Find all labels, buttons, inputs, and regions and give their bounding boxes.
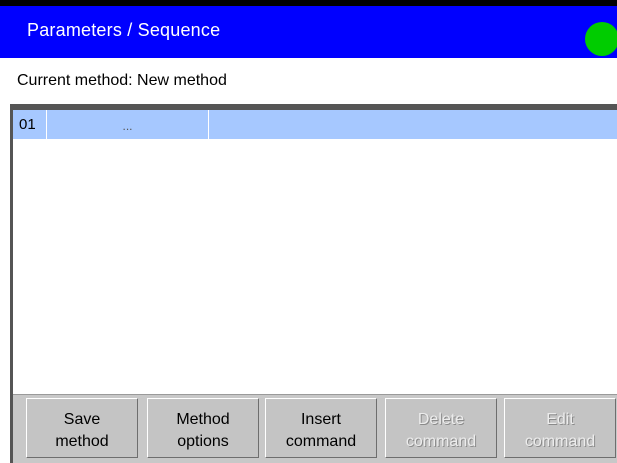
save-method-button[interactable]: Save method xyxy=(26,398,138,458)
sequence-list[interactable]: 01 ... xyxy=(13,110,617,394)
delete-command-label-1: Delete xyxy=(417,411,465,428)
delete-command-label-2: command xyxy=(405,433,477,450)
command-toolbar: Save method Method options Insert comman… xyxy=(13,394,617,463)
insert-command-label-1: Insert xyxy=(300,411,341,428)
method-options-button[interactable]: Method options xyxy=(147,398,259,458)
title-bar: Parameters / Sequence xyxy=(0,0,617,58)
edit-command-label-1: Edit xyxy=(546,411,574,428)
row-number-cell: 01 xyxy=(13,110,47,139)
delete-command-button[interactable]: Delete command xyxy=(385,398,497,458)
insert-command-button[interactable]: Insert command xyxy=(265,398,377,458)
row-command-cell: ... xyxy=(47,110,209,139)
sequence-row-selected[interactable]: 01 ... xyxy=(13,110,617,139)
method-options-label-1: Method xyxy=(176,411,230,428)
window-title: Parameters / Sequence xyxy=(27,20,221,40)
edit-command-label-2: command xyxy=(524,433,596,450)
current-method-label: Current method: New method xyxy=(17,72,227,89)
method-options-label-2: options xyxy=(177,433,229,450)
insert-command-label-2: command xyxy=(285,433,357,450)
save-method-label-2: method xyxy=(55,433,109,450)
edit-command-button[interactable]: Edit command xyxy=(504,398,616,458)
status-indicator-icon xyxy=(585,22,617,56)
save-method-label-1: Save xyxy=(63,411,101,428)
